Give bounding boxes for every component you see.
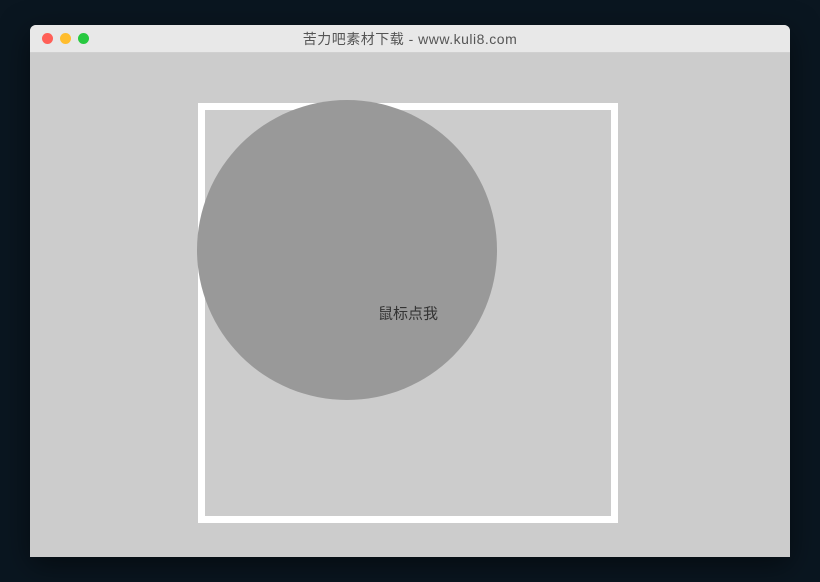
window-title: 苦力吧素材下载 - www.kuli8.com (30, 29, 790, 49)
traffic-light-group (42, 33, 89, 44)
minimize-icon[interactable] (60, 33, 71, 44)
maximize-icon[interactable] (78, 33, 89, 44)
bounding-box: 鼠标点我 (198, 103, 618, 523)
draggable-circle[interactable] (197, 100, 497, 400)
center-label[interactable]: 鼠标点我 (378, 303, 438, 324)
titlebar: 苦力吧素材下载 - www.kuli8.com (30, 25, 790, 53)
content-area[interactable]: 鼠标点我 (30, 53, 790, 557)
close-icon[interactable] (42, 33, 53, 44)
app-window: 苦力吧素材下载 - www.kuli8.com 鼠标点我 (30, 25, 790, 557)
